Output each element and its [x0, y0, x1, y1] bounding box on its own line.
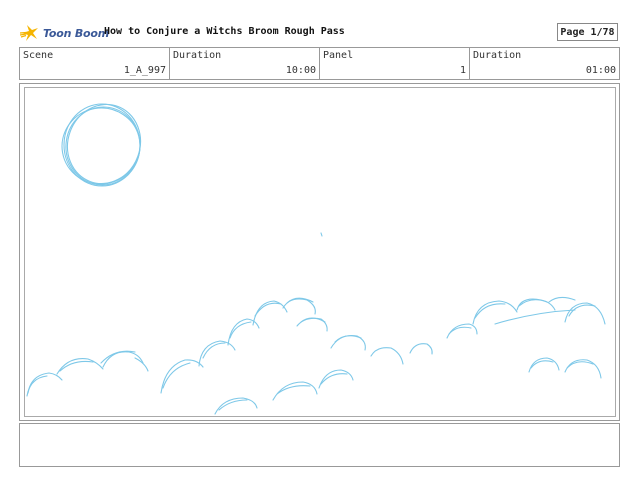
scene-duration-cell: Duration 10:00 [170, 48, 320, 79]
notes-box[interactable] [19, 423, 620, 467]
panel-label: Panel [323, 50, 354, 61]
panel-duration-cell: Duration 01:00 [470, 48, 619, 79]
panel-canvas[interactable] [24, 87, 616, 417]
scene-duration-label: Duration [173, 50, 222, 61]
page-indicator: Page 1/78 [557, 23, 618, 41]
info-row: Scene 1_A_997 Duration 10:00 Panel 1 Dur… [19, 47, 620, 80]
star-logo-icon [20, 25, 38, 41]
panel-duration-value: 01:00 [585, 65, 616, 76]
panel-cell: Panel 1 [320, 48, 470, 79]
page-label: Page [560, 26, 585, 38]
clouds-sketch [26, 296, 606, 415]
toon-boom-logo: Toon Boom [20, 22, 109, 44]
sketch-mark [320, 232, 323, 237]
logo-text: Toon Boom [43, 26, 110, 40]
scene-value: 1_A_997 [123, 65, 166, 76]
scene-cell: Scene 1_A_997 [20, 48, 170, 79]
scene-duration-value: 10:00 [285, 65, 316, 76]
page-value: 1/78 [590, 26, 615, 38]
scene-label: Scene [23, 50, 54, 61]
rough-sketch [26, 103, 606, 415]
panel-duration-label: Duration [473, 50, 522, 61]
panel-value: 1 [459, 65, 466, 76]
moon-sketch [61, 103, 142, 187]
document-title: How to Conjure a Witchs Broom Rough Pass [104, 26, 345, 37]
